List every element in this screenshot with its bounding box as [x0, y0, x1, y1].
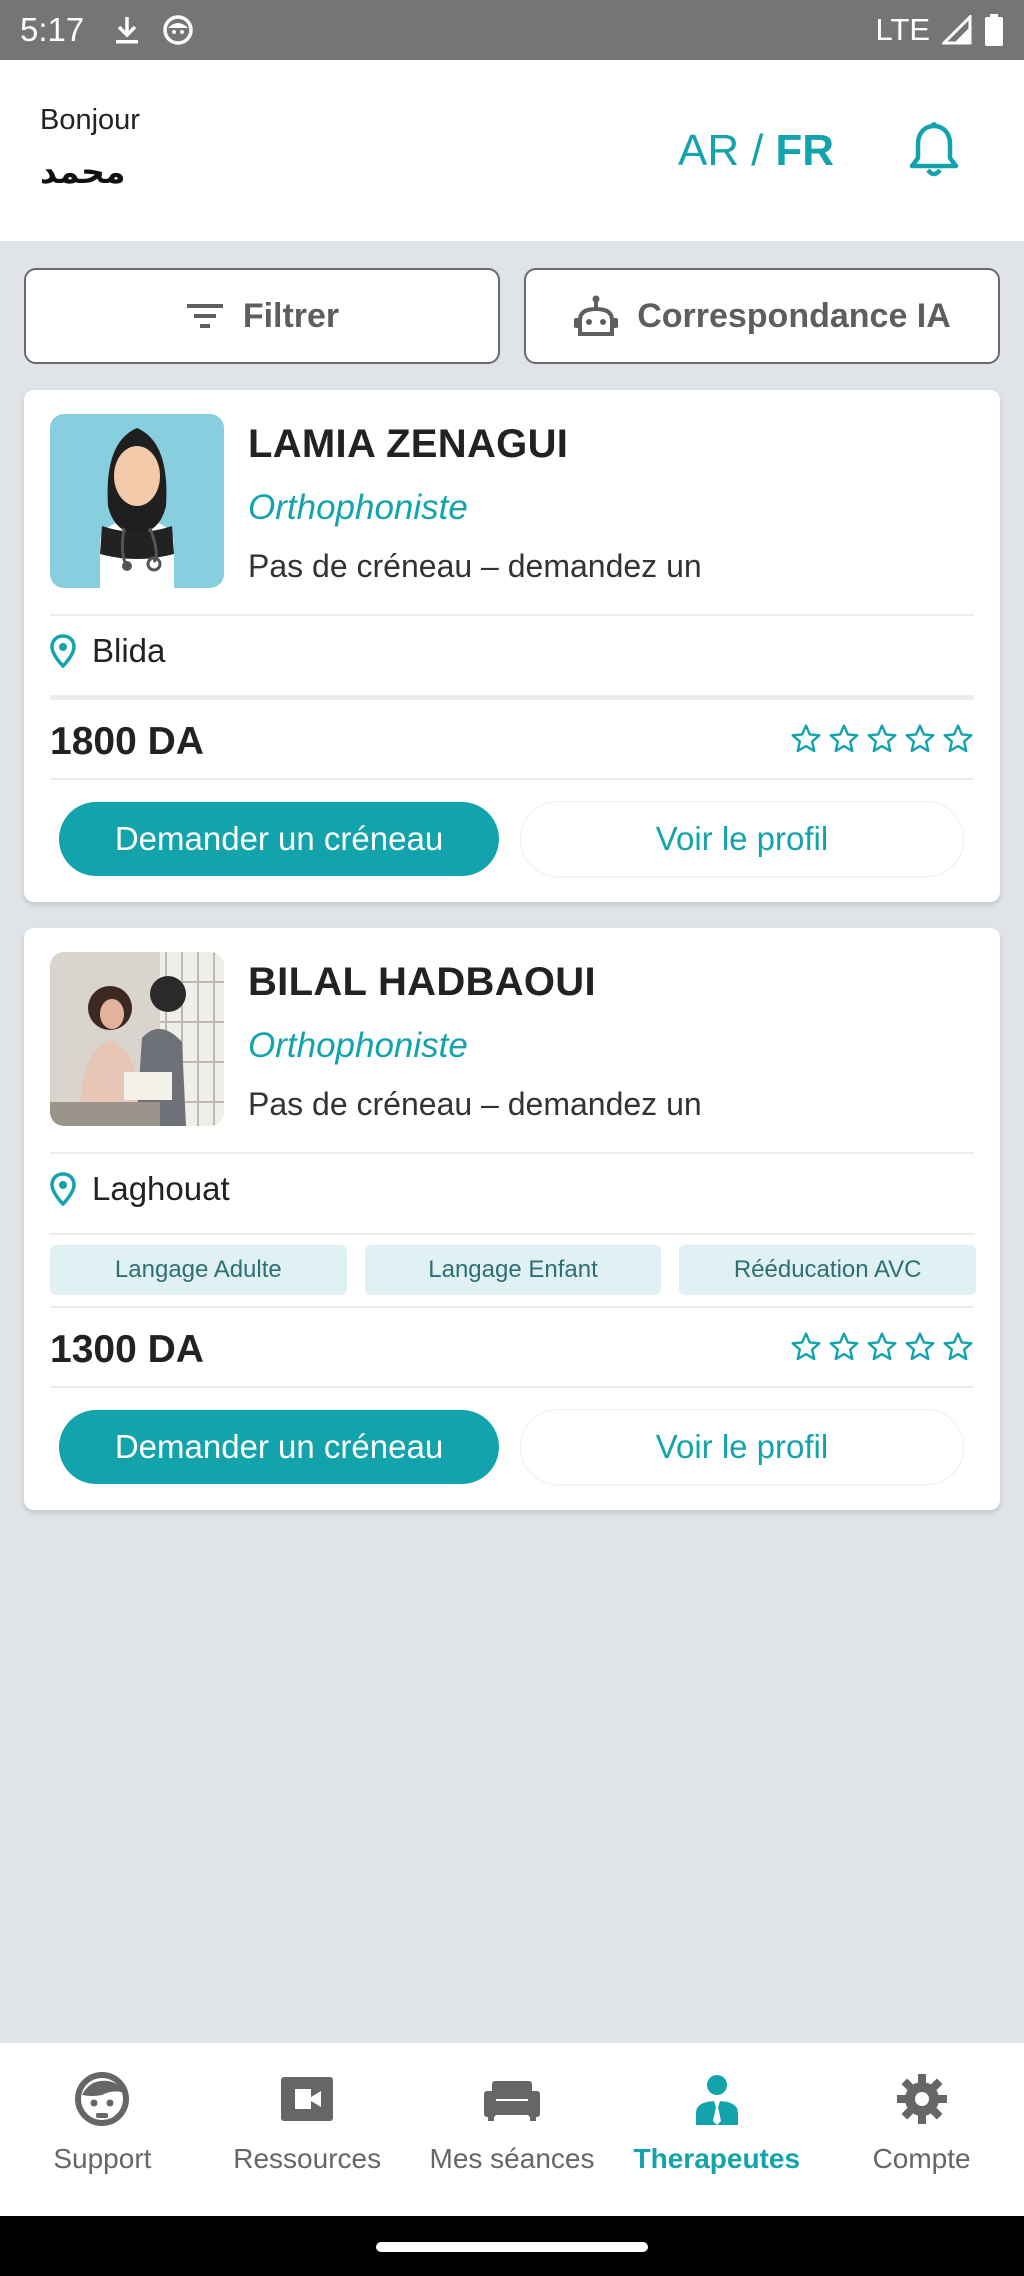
language-switcher: AR / FR — [678, 126, 834, 176]
location-row: Laghouat — [50, 1170, 230, 1208]
location-row: Blida — [50, 632, 165, 670]
divider — [50, 1386, 974, 1388]
filter-button[interactable]: Filtrer — [24, 268, 500, 364]
availability-text: Pas de créneau – demandez un — [248, 1086, 702, 1122]
nav-item-resources[interactable]: Ressources — [205, 2043, 410, 2216]
request-slot-button[interactable]: Demander un créneau — [59, 1410, 499, 1484]
lang-fr-option[interactable]: FR — [775, 126, 834, 176]
request-slot-button[interactable]: Demander un créneau — [59, 802, 499, 876]
notifications-button[interactable] — [906, 120, 962, 180]
nav-item-sessions[interactable]: Mes séances — [410, 2043, 615, 2216]
therapist-name: LAMIA ZENAGUI — [248, 422, 569, 466]
therapist-specialty: Orthophoniste — [248, 488, 468, 527]
therapist-avatar — [50, 414, 224, 588]
nav-item-support[interactable]: Support — [0, 2043, 205, 2216]
divider — [50, 614, 974, 616]
view-profile-button[interactable]: Voir le profil — [520, 801, 964, 877]
status-right: LTE — [875, 12, 1004, 48]
location-text: Blida — [92, 632, 166, 669]
ai-matching-button[interactable]: Correspondance IA — [524, 268, 1000, 364]
greeting-text: Bonjour — [40, 104, 140, 136]
therapist-icon — [687, 2071, 747, 2127]
price-text: 1800 DA — [50, 720, 204, 763]
network-label: LTE — [875, 12, 930, 47]
star-icon — [791, 724, 821, 753]
therapist-card: BILAL HADBAOUI Orthophoniste Pas de crén… — [24, 928, 1000, 1510]
app-header: Bonjour محمد AR / FR — [0, 60, 1024, 242]
bell-icon — [909, 122, 959, 177]
star-icon — [829, 1332, 859, 1361]
lang-separator: / — [751, 126, 764, 175]
nav-label: Compte — [872, 2143, 971, 2174]
therapist-card: LAMIA ZENAGUI Orthophoniste Pas de créne… — [24, 390, 1000, 902]
signal-icon — [942, 15, 972, 45]
gear-icon — [892, 2071, 952, 2127]
therapist-name: BILAL HADBAOUI — [248, 960, 596, 1004]
specialty-tag: Langage Enfant — [364, 1245, 662, 1295]
nav-label: Ressources — [233, 2143, 382, 2174]
robot-icon — [574, 295, 619, 336]
status-left-icons — [114, 14, 194, 46]
location-pin-icon — [50, 634, 76, 668]
download-icon — [116, 17, 139, 44]
star-icon — [867, 724, 897, 753]
specialty-tag: Rééducation AVC — [679, 1245, 977, 1295]
bottom-navigation: Support Ressources Mes séances Therapeut… — [0, 2042, 1024, 2216]
specialty-tags: Langage Adulte Langage Enfant Rééducatio… — [50, 1245, 977, 1295]
android-face-icon — [163, 15, 193, 45]
nav-label: Therapeutes — [633, 2143, 801, 2174]
filter-label: Filtrer — [242, 296, 340, 335]
divider — [50, 1306, 974, 1308]
support-face-icon — [72, 2071, 132, 2127]
star-icon — [867, 1332, 897, 1361]
star-icon — [829, 724, 859, 753]
rating-stars — [790, 723, 974, 755]
nav-label: Support — [53, 2143, 152, 2174]
ai-matching-label: Correspondance IA — [637, 296, 951, 335]
divider — [50, 695, 974, 700]
star-icon — [791, 1332, 821, 1361]
status-time: 5:17 — [20, 11, 85, 48]
view-profile-button[interactable]: Voir le profil — [520, 1409, 964, 1485]
nav-item-therapists[interactable]: Therapeutes — [614, 2043, 819, 2216]
username-text: محمد — [40, 152, 126, 191]
star-icon — [943, 1332, 973, 1361]
therapist-avatar — [50, 952, 224, 1126]
star-icon — [905, 724, 935, 753]
video-camera-icon — [277, 2071, 337, 2127]
divider — [50, 1233, 974, 1235]
price-text: 1300 DA — [50, 1328, 204, 1371]
lang-ar-option[interactable]: AR — [678, 126, 739, 176]
location-text: Laghouat — [92, 1170, 230, 1207]
battery-icon — [985, 14, 1003, 46]
star-icon — [905, 1332, 935, 1361]
status-bar: 5:17 LTE — [0, 0, 1024, 60]
nav-item-account[interactable]: Compte — [819, 2043, 1024, 2216]
divider — [50, 1152, 974, 1154]
filter-icon — [186, 304, 223, 328]
divider — [50, 778, 974, 780]
location-pin-icon — [50, 1172, 76, 1206]
therapist-specialty: Orthophoniste — [248, 1026, 468, 1065]
nav-label: Mes séances — [429, 2143, 595, 2174]
home-gesture-handle[interactable] — [376, 2242, 648, 2252]
rating-stars — [790, 1331, 974, 1363]
sofa-icon — [482, 2071, 542, 2127]
availability-text: Pas de créneau – demandez un — [248, 548, 702, 584]
star-icon — [943, 724, 973, 753]
specialty-tag: Langage Adulte — [50, 1245, 347, 1295]
